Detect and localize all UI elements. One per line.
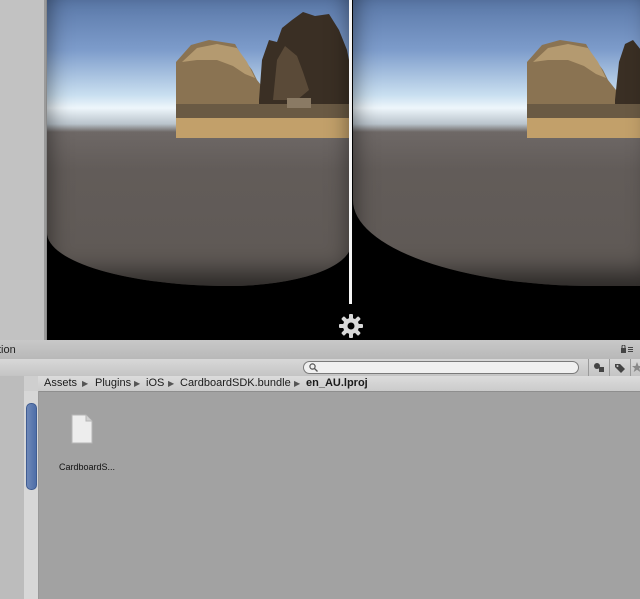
star-icon xyxy=(632,362,640,372)
asset-item[interactable]: CardboardS... xyxy=(54,414,124,474)
search-field[interactable] xyxy=(303,361,579,374)
asset-item-label: CardboardS... xyxy=(58,462,116,472)
breadcrumb-arrow-icon: ▶ xyxy=(294,379,301,388)
left-eye-view xyxy=(47,0,351,286)
scrollbar-thumb[interactable] xyxy=(26,403,37,490)
breadcrumb-arrow-icon: ▶ xyxy=(168,379,175,388)
settings-gear-icon[interactable] xyxy=(338,313,364,339)
left-side-panel xyxy=(0,0,47,340)
game-view[interactable] xyxy=(47,0,640,340)
breadcrumb-item-assets[interactable]: Assets xyxy=(44,377,77,389)
file-icon xyxy=(71,414,93,444)
right-eye-view xyxy=(353,0,640,286)
save-search-button[interactable] xyxy=(630,359,640,376)
filter-by-label-button[interactable] xyxy=(609,359,630,376)
tree-header-strip xyxy=(24,376,38,391)
search-icon xyxy=(309,363,318,372)
breadcrumb-arrow-icon: ▶ xyxy=(134,379,141,388)
folder-tree-pane[interactable] xyxy=(0,376,25,599)
asset-grid[interactable]: CardboardS... xyxy=(39,392,640,599)
project-panel-tabbar: tion xyxy=(0,340,640,360)
breadcrumb-item-ios[interactable]: iOS xyxy=(146,377,164,389)
tag-icon xyxy=(615,364,625,373)
stereo-divider-line xyxy=(349,0,352,304)
shapes-icon xyxy=(594,363,604,372)
breadcrumb-item-cardboardsdk-bundle[interactable]: CardboardSDK.bundle xyxy=(180,377,291,389)
filter-by-type-button[interactable] xyxy=(588,359,609,376)
breadcrumb: Assets ▶ Plugins ▶ iOS ▶ CardboardSDK.bu… xyxy=(38,376,640,392)
breadcrumb-item-plugins[interactable]: Plugins xyxy=(95,377,131,389)
tree-scrollbar[interactable] xyxy=(24,391,39,599)
breadcrumb-arrow-icon: ▶ xyxy=(82,379,89,388)
panel-tab-label[interactable]: tion xyxy=(0,344,16,356)
breadcrumb-item-current[interactable]: en_AU.lproj xyxy=(306,377,368,389)
search-input[interactable] xyxy=(322,362,562,373)
lock-icon[interactable] xyxy=(620,345,634,354)
